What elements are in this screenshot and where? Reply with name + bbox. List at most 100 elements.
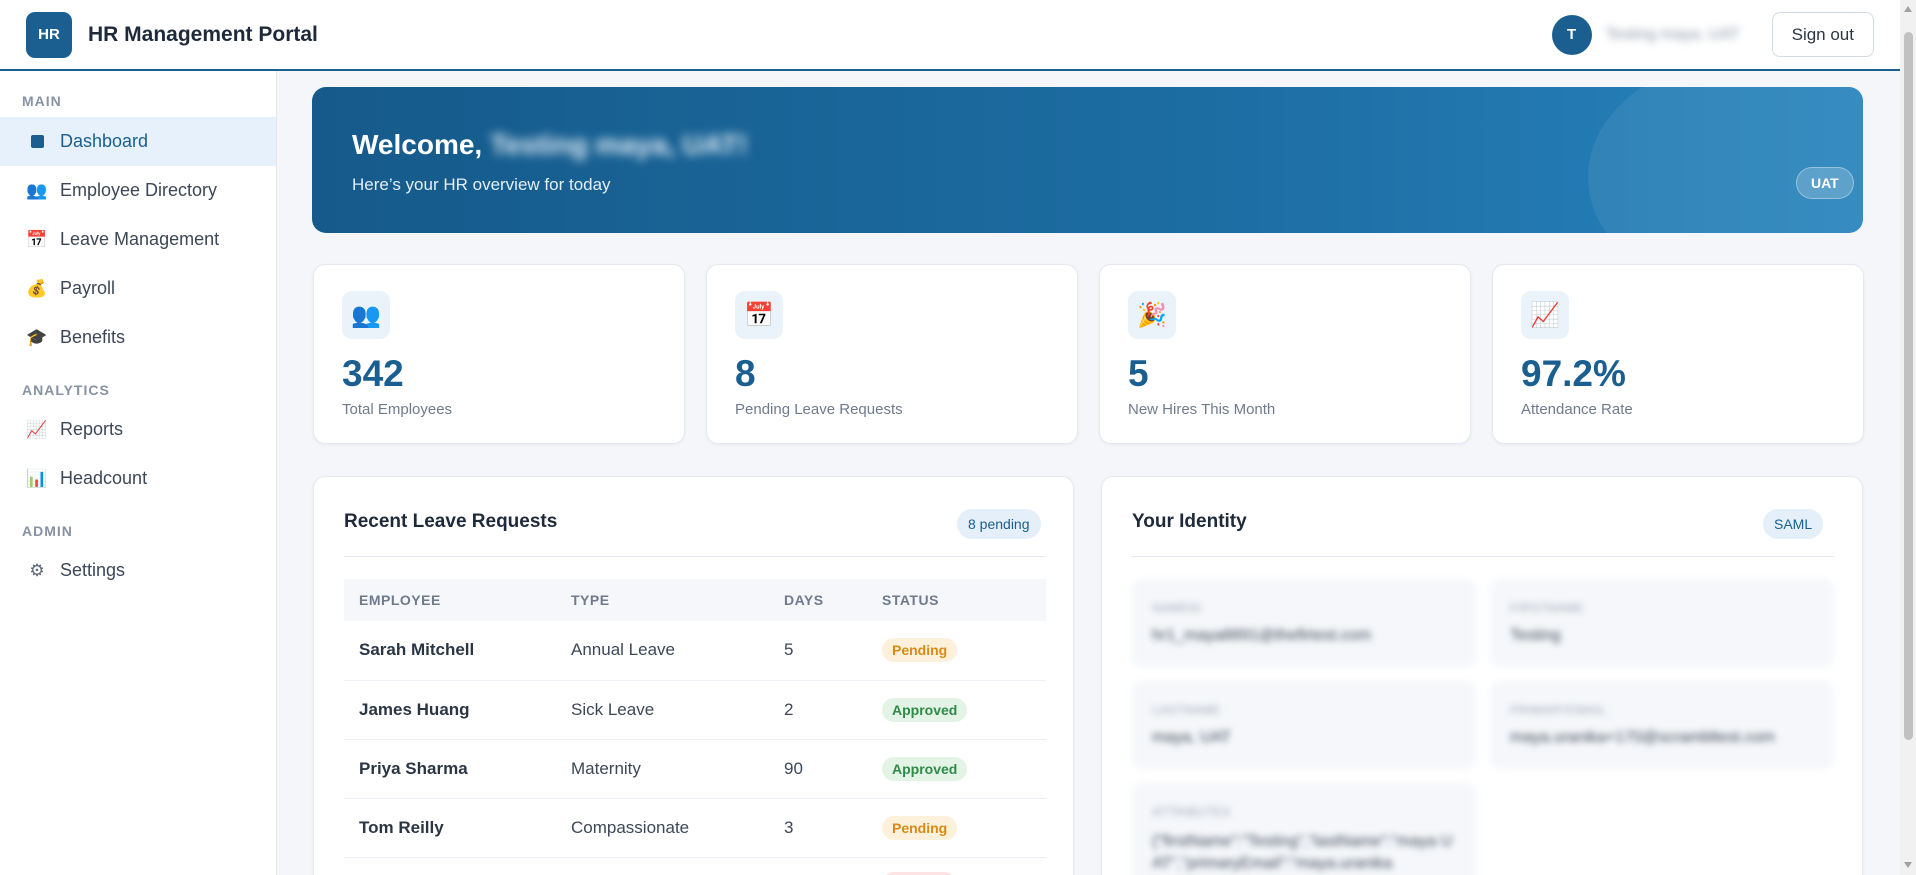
status-badge: Pending xyxy=(882,638,958,663)
table-row[interactable]: Priya Sharma Maternity 90 Approved xyxy=(344,739,1046,799)
days-cell: 90 xyxy=(769,739,867,799)
field-value: hr1_maya8891@thefirtest.com xyxy=(1152,627,1372,644)
status-cell: Approved xyxy=(867,680,1046,740)
identity-field-primaryemail: PRIMARYEMAIL maya.uranika+170@scrambltes… xyxy=(1490,681,1834,769)
sidebar-item-dashboard[interactable]: Dashboard xyxy=(0,117,276,166)
employee-cell: Tom Reilly xyxy=(344,798,556,858)
scroll-thumb[interactable] xyxy=(1904,32,1913,740)
identity-field-firstname: FIRSTNAME Testing xyxy=(1490,579,1834,667)
identity-field-attributes: ATTRIBUTES {"firstName":"Testing","lastN… xyxy=(1132,783,1476,875)
sidebar-item-label: Leave Management xyxy=(60,229,220,249)
sidebar-item-employee-directory[interactable]: 👥 Employee Directory xyxy=(0,166,276,215)
sidebar: MAIN Dashboard 👥 Employee Directory 📅 Le… xyxy=(0,71,277,875)
sidebar-item-label: Payroll xyxy=(60,278,116,298)
divider xyxy=(344,556,1046,557)
field-value: Testing xyxy=(1510,627,1561,644)
chart-up-icon: 📈 xyxy=(26,419,48,439)
identity-panel: Your Identity SAML NAMEID hr1_maya8891@t… xyxy=(1101,476,1863,875)
stat-label: New Hires This Month xyxy=(1128,401,1276,418)
scroll-down-icon[interactable] xyxy=(1904,862,1912,868)
user-area: T Testing maya, UAT Sign out xyxy=(1551,12,1874,57)
divider xyxy=(1132,556,1834,557)
bar-chart-icon: 📊 xyxy=(26,468,48,488)
days-cell: 3 xyxy=(769,798,867,858)
saml-badge: SAML xyxy=(1763,509,1824,539)
page-scrollbar[interactable] xyxy=(1900,0,1916,875)
field-value: maya.uranika+170@scrambltest.com xyxy=(1510,729,1775,746)
sidebar-item-reports[interactable]: 📈 Reports xyxy=(0,405,276,454)
type-cell: Sick Leave xyxy=(556,680,769,740)
stat-card-attendance-rate: 📈 97.2% Attendance Rate xyxy=(1492,264,1864,444)
stat-card-total-employees: 👥 342 Total Employees xyxy=(313,264,685,444)
field-label: LASTNAME xyxy=(1152,703,1221,717)
stat-value: 342 xyxy=(342,353,404,394)
people-icon: 👥 xyxy=(26,180,48,200)
party-popper-icon: 🎉 xyxy=(1128,291,1176,339)
table-row[interactable]: James Huang Sick Leave 2 Approved xyxy=(344,680,1046,740)
calendar-icon: 📅 xyxy=(26,229,48,249)
column-header: TYPE xyxy=(556,579,769,621)
calendar-icon: 📅 xyxy=(735,291,783,339)
leave-requests-panel: Recent Leave Requests 8 pending EMPLOYEE… xyxy=(313,476,1074,875)
banner-subtitle: Here’s your HR overview for today xyxy=(352,175,611,194)
welcome-text: Welcome, xyxy=(352,129,483,160)
sidebar-item-label: Settings xyxy=(60,560,126,580)
sidebar-item-headcount[interactable]: 📊 Headcount xyxy=(0,454,276,503)
stat-card-pending-leave: 📅 8 Pending Leave Requests xyxy=(706,264,1078,444)
table-row[interactable]: Sarah Mitchell Annual Leave 5 Pending xyxy=(344,621,1046,681)
sidebar-item-leave-management[interactable]: 📅 Leave Management xyxy=(0,215,276,264)
environment-badge: UAT xyxy=(1796,167,1854,199)
chart-up-icon: 📈 xyxy=(1521,291,1569,339)
status-cell: Pending xyxy=(867,798,1046,858)
top-header: HR HR Management Portal T Testing maya, … xyxy=(0,0,1900,71)
nav-section-analytics: ANALYTICS xyxy=(22,382,110,398)
sidebar-item-payroll[interactable]: 💰 Payroll xyxy=(0,264,276,313)
welcome-user-name: Testing maya, UAT! xyxy=(490,129,748,160)
table-header-row: EMPLOYEE TYPE DAYS STATUS xyxy=(344,579,1046,621)
type-cell: Compassionate xyxy=(556,798,769,858)
sign-out-button[interactable]: Sign out xyxy=(1771,12,1874,57)
table-row[interactable]: Tom Reilly Compassionate 3 Pending xyxy=(344,798,1046,858)
app-title: HR Management Portal xyxy=(88,22,318,46)
days-cell xyxy=(769,857,867,875)
pending-count-badge: 8 pending xyxy=(957,509,1041,539)
user-name: Testing maya, UAT xyxy=(1605,25,1740,43)
avatar[interactable]: T xyxy=(1551,14,1592,55)
status-badge: Pending xyxy=(882,815,958,840)
sidebar-item-label: Benefits xyxy=(60,327,126,347)
gear-icon: ⚙ xyxy=(29,560,45,580)
stat-label: Total Employees xyxy=(342,401,453,418)
type-cell: Maternity xyxy=(556,739,769,799)
field-label: NAMEID xyxy=(1152,601,1202,615)
panel-title: Recent Leave Requests xyxy=(344,511,558,532)
type-cell xyxy=(556,857,769,875)
graduation-cap-icon: 🎓 xyxy=(26,327,48,347)
status-cell xyxy=(867,857,1046,875)
stat-card-new-hires: 🎉 5 New Hires This Month xyxy=(1099,264,1471,444)
identity-field-lastname: LASTNAME maya, UAT xyxy=(1132,681,1476,769)
people-icon: 👥 xyxy=(342,291,390,339)
nav-section-main: MAIN xyxy=(22,93,62,109)
banner-decoration xyxy=(1588,87,1863,233)
sidebar-item-settings[interactable]: ⚙ Settings xyxy=(0,546,276,595)
panel-title: Your Identity xyxy=(1132,511,1247,532)
stat-value: 97.2% xyxy=(1521,353,1626,394)
days-cell: 5 xyxy=(769,621,867,681)
days-cell: 2 xyxy=(769,680,867,740)
field-value: {"firstName":"Testing","lastName":"maya … xyxy=(1152,833,1453,872)
status-cell: Pending xyxy=(867,621,1046,681)
sidebar-item-benefits[interactable]: 🎓 Benefits xyxy=(0,313,276,362)
main-content: Welcome, Testing maya, UAT! Here’s your … xyxy=(278,71,1900,875)
table-row[interactable] xyxy=(344,857,1046,875)
type-cell: Annual Leave xyxy=(556,621,769,681)
field-label: FIRSTNAME xyxy=(1510,601,1584,615)
stat-value: 8 xyxy=(735,353,756,394)
employee-cell: Sarah Mitchell xyxy=(344,621,556,681)
employee-cell: James Huang xyxy=(344,680,556,740)
welcome-heading: Welcome, Testing maya, UAT! xyxy=(352,129,747,161)
field-value: maya, UAT xyxy=(1152,729,1231,746)
stat-value: 5 xyxy=(1128,353,1149,394)
field-label: ATTRIBUTES xyxy=(1152,805,1231,819)
identity-field-nameid: NAMEID hr1_maya8891@thefirtest.com xyxy=(1132,579,1476,667)
scroll-up-icon[interactable] xyxy=(1904,6,1912,12)
